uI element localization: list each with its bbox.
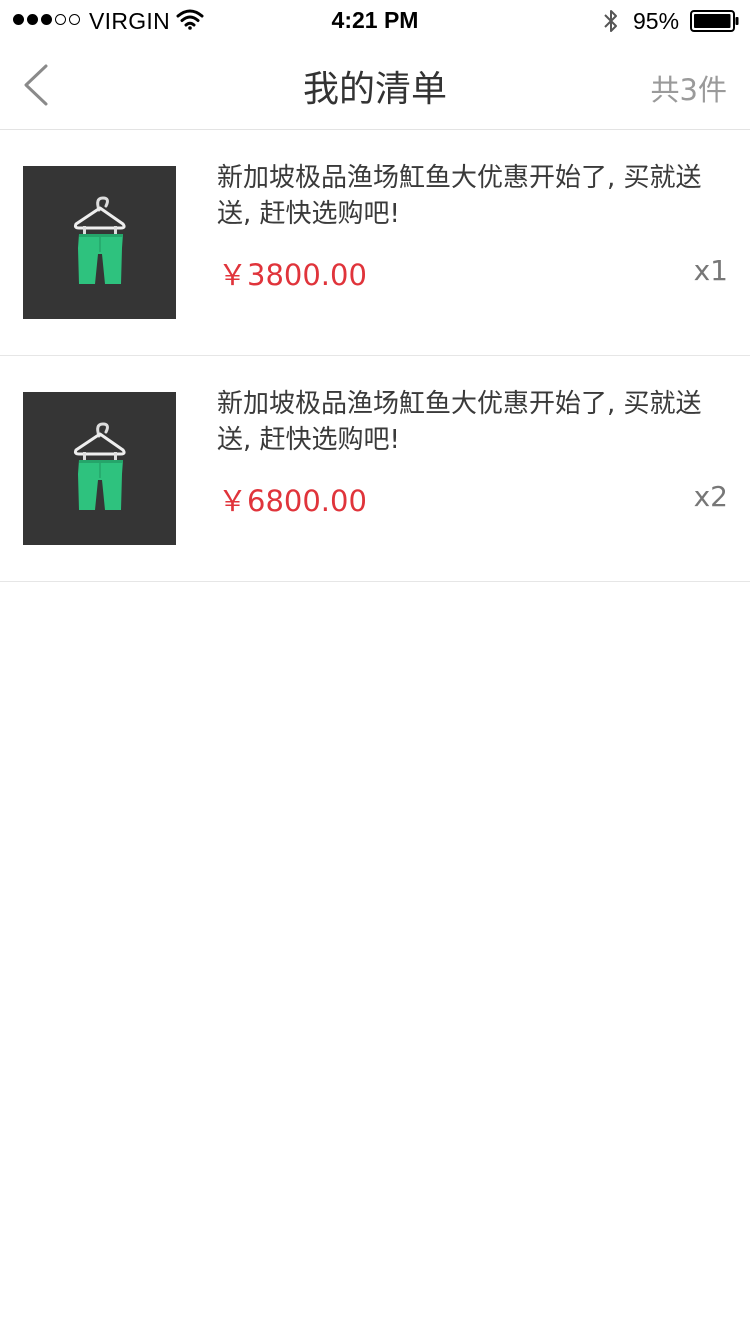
product-image xyxy=(23,166,176,319)
battery-icon xyxy=(690,10,739,32)
bluetooth-icon xyxy=(604,10,617,32)
shorts-on-hanger-icon xyxy=(73,422,126,510)
product-title: 新加坡极品渔场魟鱼大优惠开始了, 买就送送, 赶快选购吧! xyxy=(217,163,702,229)
battery-percentage: 95% xyxy=(633,8,680,34)
status-bar: VIRGIN 4:21 PM 95% xyxy=(0,0,750,40)
order-list: 新加坡极品渔场魟鱼大优惠开始了, 买就送送, 赶快选购吧! ￥3800.00 x… xyxy=(0,130,750,582)
product-price: ￥3800.00 xyxy=(218,258,367,292)
product-image xyxy=(23,392,176,545)
shorts-on-hanger-icon xyxy=(73,196,126,284)
list-item[interactable]: 新加坡极品渔场魟鱼大优惠开始了, 买就送送, 赶快选购吧! ￥6800.00 x… xyxy=(0,356,750,582)
product-title: 新加坡极品渔场魟鱼大优惠开始了, 买就送送, 赶快选购吧! xyxy=(217,389,702,455)
page-title: 我的清单 xyxy=(302,69,447,110)
item-count: 共3件 xyxy=(650,73,727,107)
navigation-bar: 我的清单 共3件 xyxy=(0,40,750,130)
product-price: ￥6800.00 xyxy=(218,484,367,518)
product-quantity: x2 xyxy=(693,480,728,513)
list-item[interactable]: 新加坡极品渔场魟鱼大优惠开始了, 买就送送, 赶快选购吧! ￥3800.00 x… xyxy=(0,130,750,356)
product-quantity: x1 xyxy=(693,254,728,287)
